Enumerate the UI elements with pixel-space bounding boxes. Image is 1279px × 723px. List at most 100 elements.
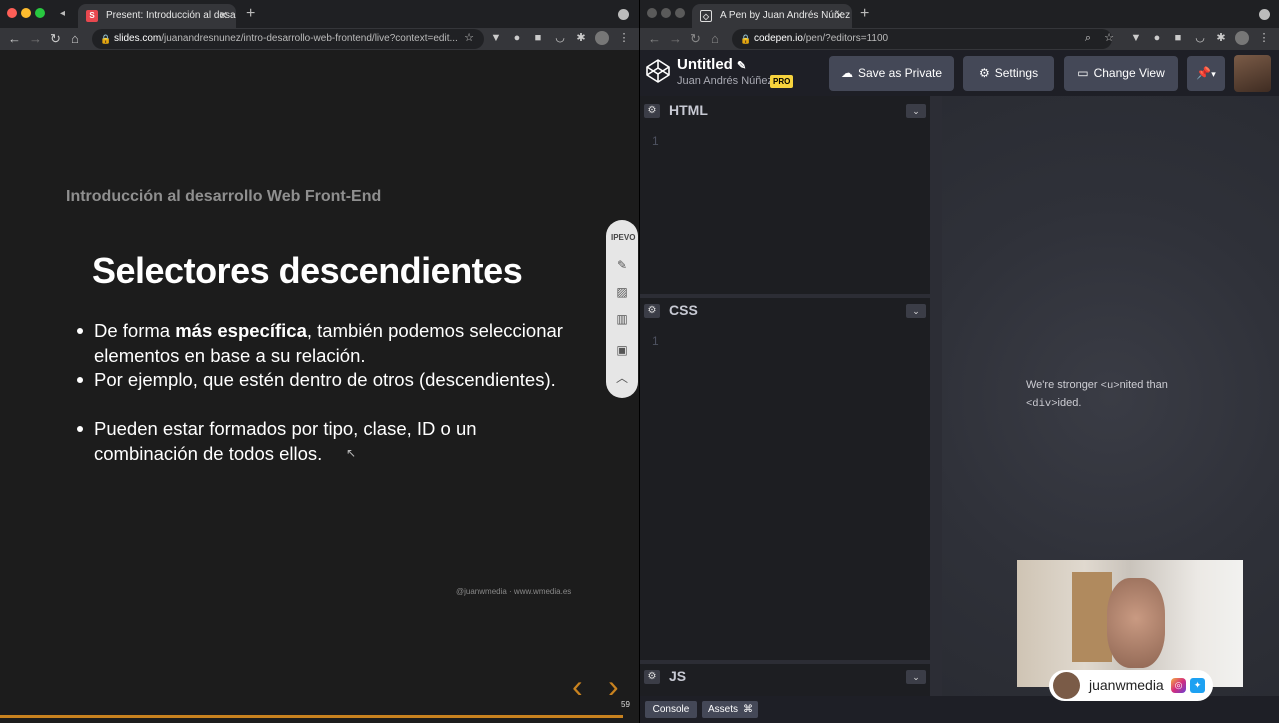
slide-progress-bar (0, 715, 623, 718)
zoom-window-button[interactable] (675, 8, 685, 18)
css-settings-gear-icon[interactable]: ⚙ (644, 304, 660, 318)
menu-kebab-icon[interactable]: ⋮ (617, 31, 631, 45)
css-collapse-chevron-icon[interactable]: ⌄ (906, 304, 926, 318)
prev-slide-icon[interactable]: ‹ (572, 670, 583, 702)
chevron-down-icon: ▾ (1211, 69, 1216, 79)
url-field[interactable]: 🔒 slides.com/juanandresnunez/intro-desar… (92, 29, 484, 49)
settings-button[interactable]: ⚙ Settings (963, 56, 1054, 91)
extensions-puzzle-icon[interactable]: ✱ (1214, 31, 1228, 45)
bookmark-star-icon[interactable]: ☆ (462, 31, 476, 45)
back-icon[interactable]: ← (8, 30, 21, 48)
change-view-button[interactable]: ▭ Change View (1064, 56, 1178, 91)
extension-circle-icon[interactable]: ● (1150, 31, 1164, 45)
slide-canvas: Introducción al desarrollo Web Front-End… (0, 50, 639, 723)
social-badge: juanwmedia ◎ ✦ (1049, 670, 1213, 701)
tab-slides[interactable]: S Present: Introducción al desarr ✕ (78, 4, 236, 28)
back-icon[interactable]: ← (648, 30, 661, 48)
editor-column: ⚙ HTML ⌄ 1 ⚙ CSS ⌄ 1 ⚙ JS ⌄ (640, 96, 930, 723)
address-bar: ← → ↻ ⌂ 🔒 slides.com/juanandresnunez/int… (0, 28, 639, 50)
social-handle: juanwmedia (1089, 677, 1164, 693)
next-slide-icon[interactable]: › (608, 670, 619, 702)
extension-square-icon[interactable]: ■ (531, 31, 545, 45)
image-icon[interactable]: ▨ (612, 282, 632, 302)
close-tab-icon[interactable]: ✕ (219, 4, 228, 28)
pocket-icon[interactable]: ◡ (1193, 31, 1207, 45)
save-button[interactable]: ☁ Save as Private (829, 56, 954, 91)
home-icon[interactable]: ⌂ (71, 30, 79, 48)
pro-badge: PRO (770, 75, 794, 88)
new-tab-icon[interactable]: + (860, 4, 869, 24)
close-window-button[interactable] (647, 8, 657, 18)
console-button[interactable]: Console (645, 701, 697, 718)
edit-pencil-icon[interactable]: ✎ (737, 60, 746, 72)
extension-v-icon[interactable]: ▼ (489, 31, 503, 45)
reload-icon[interactable]: ↻ (50, 30, 61, 48)
twitter-icon: ✦ (1190, 678, 1205, 693)
slide-footer: @juanwmedia · www.wmedia.es (456, 587, 572, 596)
lock-icon: 🔒 (100, 34, 112, 44)
camera-icon[interactable]: ▣ (612, 340, 632, 360)
menu-kebab-icon[interactable]: ⋮ (1257, 31, 1271, 45)
speaker-icon[interactable]: ◂ (60, 8, 65, 19)
zoom-icon[interactable]: ⌕ (1081, 31, 1095, 45)
line-number: 1 (652, 134, 659, 148)
reload-icon[interactable]: ↻ (690, 30, 701, 48)
js-collapse-chevron-icon[interactable]: ⌄ (906, 670, 926, 684)
forward-icon[interactable]: → (29, 30, 42, 48)
pin-menu-button[interactable]: 📌▾ (1187, 56, 1225, 91)
close-tab-icon[interactable]: ✕ (835, 4, 844, 28)
codepen-header: Untitled ✎ Juan Andrés Núñez PRO ☁ Save a… (640, 50, 1279, 96)
js-editor[interactable]: ⚙ JS ⌄ (640, 664, 930, 696)
extension-circle-icon[interactable]: ● (510, 31, 524, 45)
tab-codepen[interactable]: ◇ A Pen by Juan Andrés Núñez ✕ (692, 4, 852, 28)
editor-language-label: JS (669, 668, 687, 684)
bullet-1: De forma más específica, también podemos… (77, 320, 563, 366)
profile-avatar-icon[interactable] (595, 31, 609, 45)
html-editor[interactable]: ⚙ HTML ⌄ 1 (640, 96, 930, 294)
html-collapse-chevron-icon[interactable]: ⌄ (906, 104, 926, 118)
pane-resizer[interactable] (930, 96, 942, 696)
slides-favicon-icon: S (86, 10, 98, 22)
keyboard-shortcuts-button[interactable]: ⌘ (738, 701, 758, 718)
home-icon[interactable]: ⌂ (711, 30, 719, 48)
layout-icon: ▭ (1077, 66, 1089, 80)
mouse-cursor-icon: ↖ (346, 446, 357, 460)
tab-bar: ◂ S Present: Introducción al desarr ✕ + (0, 0, 639, 28)
zoom-window-button[interactable] (35, 8, 45, 18)
instagram-icon: ◎ (1171, 678, 1186, 693)
gear-icon: ⚙ (978, 66, 990, 80)
slides-browser-window: ◂ S Present: Introducción al desarr ✕ + … (0, 0, 639, 723)
tab-search-icon[interactable] (1259, 9, 1270, 20)
pen-title[interactable]: Untitled ✎ (677, 56, 746, 73)
profile-avatar-icon[interactable] (1235, 31, 1249, 45)
codepen-logo-icon[interactable] (645, 58, 671, 84)
book-icon[interactable]: ▥ (612, 309, 632, 329)
minimize-window-button[interactable] (21, 8, 31, 18)
url-field[interactable]: 🔒 codepen.io/pen/?editors=1100 (732, 29, 1112, 49)
pen-author[interactable]: Juan Andrés Núñez (677, 75, 773, 87)
slide-page-number: 59 (621, 700, 630, 709)
extension-square-icon[interactable]: ■ (1171, 31, 1185, 45)
tab-search-icon[interactable] (618, 9, 629, 20)
css-editor[interactable]: ⚙ CSS ⌄ 1 (640, 298, 930, 660)
slide-subtitle: Introducción al desarrollo Web Front-End (66, 188, 382, 205)
address-bar: ← → ↻ ⌂ 🔒 codepen.io/pen/?editors=1100 ⌕… (640, 28, 1279, 50)
tab-title: A Pen by Juan Andrés Núñez (720, 10, 851, 21)
bookmark-star-icon[interactable]: ☆ (1102, 31, 1116, 45)
bullet-2: Por ejemplo, que estén dentro de otros (… (77, 367, 564, 392)
forward-icon[interactable]: → (669, 30, 682, 48)
minimize-window-button[interactable] (661, 8, 671, 18)
cloud-icon: ☁ (840, 66, 853, 80)
pen-icon[interactable]: ✎ (612, 255, 632, 275)
pocket-icon[interactable]: ◡ (553, 31, 567, 45)
close-window-button[interactable] (7, 8, 17, 18)
js-settings-gear-icon[interactable]: ⚙ (644, 670, 660, 684)
extensions-puzzle-icon[interactable]: ✱ (574, 31, 588, 45)
codepen-favicon-icon: ◇ (700, 10, 712, 22)
html-settings-gear-icon[interactable]: ⚙ (644, 104, 660, 118)
new-tab-icon[interactable]: + (246, 4, 255, 24)
extension-v-icon[interactable]: ▼ (1129, 31, 1143, 45)
user-avatar[interactable] (1234, 55, 1271, 92)
collapse-icon[interactable]: ︿ (612, 368, 632, 388)
tab-bar: ◇ A Pen by Juan Andrés Núñez ✕ + (640, 0, 1279, 28)
